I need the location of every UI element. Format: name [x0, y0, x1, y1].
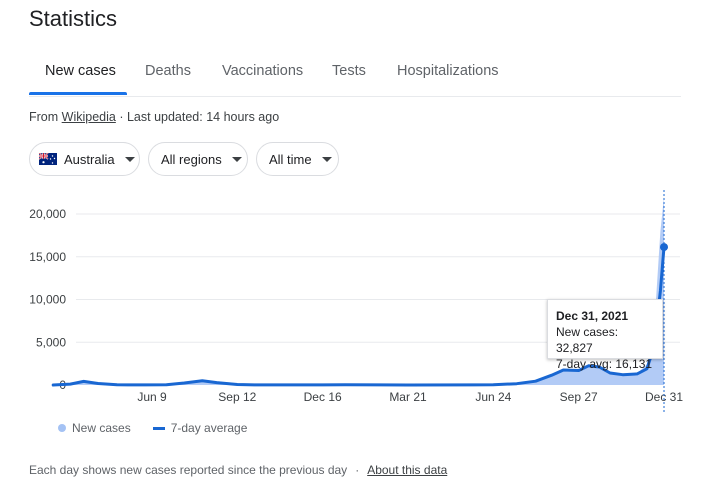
country-dropdown[interactable]: Australia — [29, 142, 140, 176]
x-tick-label: Dec 31 — [645, 390, 683, 404]
country-value: Australia — [64, 151, 115, 167]
legend-avg: 7-day average — [170, 421, 248, 435]
footer-separator: · — [355, 463, 360, 477]
tooltip-date: Dec 31, 2021 — [556, 309, 629, 323]
chevron-down-icon — [231, 156, 242, 162]
y-tick-label: 20,000 — [29, 207, 66, 221]
tab-vaccinations[interactable]: Vaccinations — [222, 52, 303, 94]
chevron-down-icon — [124, 156, 135, 162]
time-range-value: All time — [269, 151, 312, 167]
y-tick-label: 5,000 — [36, 335, 66, 349]
x-tick-label: Jun 9 — [137, 390, 167, 404]
tab-tests[interactable]: Tests — [332, 52, 366, 94]
chevron-down-icon — [321, 156, 332, 162]
footer: Each day shows new cases reported since … — [29, 463, 447, 477]
about-data-link[interactable]: About this data — [367, 463, 447, 477]
tab-hospitalizations[interactable]: Hospitalizations — [397, 52, 499, 94]
avg-legend-swatch — [152, 426, 165, 430]
tab-new-cases[interactable]: New cases — [45, 52, 116, 94]
y-tick-label: 15,000 — [29, 250, 66, 264]
tab-deaths[interactable]: Deaths — [145, 52, 191, 94]
chart-legend: New cases 7-day average — [58, 421, 247, 435]
source-line: From Wikipedia · Last updated: 14 hours … — [29, 110, 279, 124]
active-tab-indicator — [29, 92, 127, 95]
tab-bar: New cases Deaths Vaccinations Tests Hosp… — [29, 52, 681, 97]
x-tick-label: Sep 12 — [218, 390, 256, 404]
wikipedia-link[interactable]: Wikipedia — [62, 110, 116, 124]
legend-new-cases: New cases — [72, 421, 131, 435]
tooltip-new-cases: New cases: 32,827 — [556, 325, 619, 355]
page-title: Statistics — [29, 6, 118, 31]
source-prefix: From — [29, 110, 59, 124]
time-range-dropdown[interactable]: All time — [256, 142, 339, 176]
chart-tooltip: Dec 31, 2021 New cases: 32,827 7-day avg… — [547, 299, 663, 371]
x-tick-label: Dec 16 — [304, 390, 342, 404]
region-dropdown[interactable]: All regions — [148, 142, 248, 176]
new-cases-legend-swatch — [58, 424, 66, 432]
x-tick-label: Jun 24 — [475, 390, 511, 404]
x-tick-label: Mar 21 — [389, 390, 427, 404]
australia-flag-icon — [39, 153, 57, 165]
x-axis-ticks: Jun 9 Sep 12 Dec 16 Mar 21 Jun 24 Sep 27 Dec 3… — [137, 390, 683, 404]
footer-note: Each day shows new cases reported since … — [29, 463, 348, 477]
region-value: All regions — [161, 151, 222, 167]
last-updated: · Last updated: 14 hours ago — [119, 110, 280, 124]
x-tick-label: Sep 27 — [560, 390, 598, 404]
y-axis-ticks: 05,00010,00015,00020,000 — [29, 207, 66, 392]
tooltip-avg: 7-day avg: 16,131 — [556, 357, 653, 371]
highlight-point — [660, 243, 668, 252]
y-tick-label: 10,000 — [29, 293, 66, 307]
